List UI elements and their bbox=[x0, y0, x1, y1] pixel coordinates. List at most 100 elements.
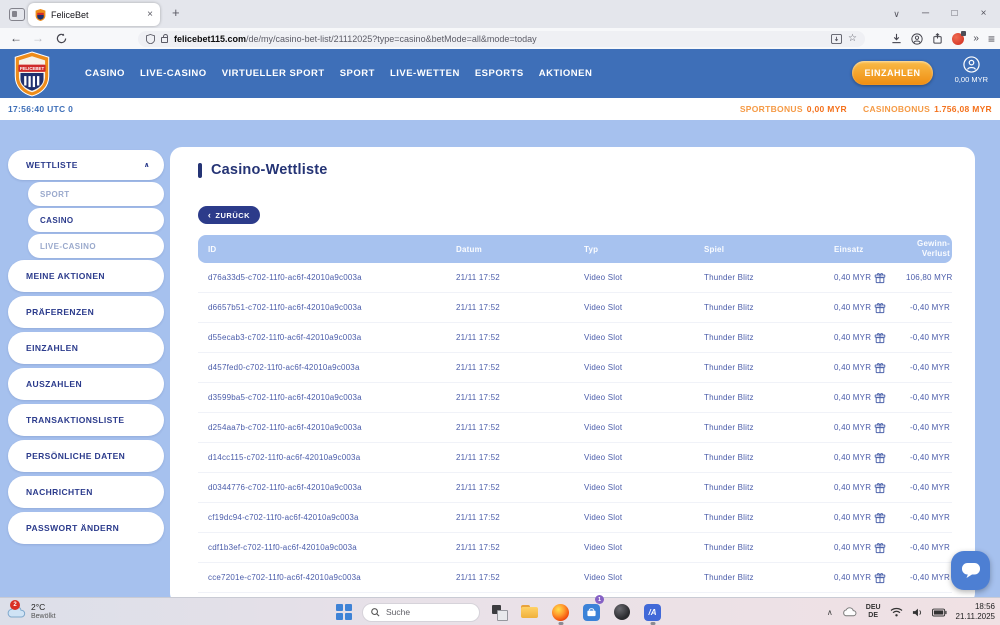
cell-datum: 21/11 17:52 bbox=[448, 363, 576, 372]
cell-typ: Video Slot bbox=[576, 423, 696, 432]
downloads-icon[interactable] bbox=[891, 33, 902, 44]
cell-gewinn-verlust: -0,40 MYR bbox=[906, 453, 952, 462]
felicebet-logo[interactable]: FELICEBET bbox=[11, 51, 53, 97]
nav-item[interactable]: VIRTUELLER SPORT bbox=[222, 68, 325, 79]
favicon-shield-icon bbox=[35, 9, 46, 21]
casinobonus: CASINOBONUS 1.756,08 MYR bbox=[863, 104, 992, 114]
back-button[interactable]: ‹ ZURÜCK bbox=[198, 206, 260, 224]
system-tray: ∧ DEU DE 18:56 bbox=[827, 598, 995, 625]
forward-icon[interactable]: → bbox=[32, 28, 44, 49]
account-icon[interactable] bbox=[911, 33, 923, 45]
overflow-menu-icon[interactable]: » bbox=[973, 34, 979, 44]
cell-gewinn-verlust: -0,40 MYR bbox=[906, 423, 952, 432]
nav-item[interactable]: AKTIONEN bbox=[539, 68, 593, 79]
sidebar-item[interactable]: EINZAHLEN bbox=[8, 332, 164, 364]
firefox-view-icon[interactable] bbox=[9, 8, 25, 21]
bookmark-star-icon[interactable]: ☆ bbox=[848, 33, 857, 44]
main-card: Casino-Wettliste ‹ ZURÜCK ID Datum Typ S… bbox=[170, 147, 975, 597]
cell-spiel: Thunder Blitz bbox=[696, 273, 826, 282]
onedrive-cloud-icon[interactable] bbox=[842, 607, 857, 617]
new-tab-button[interactable]: + bbox=[172, 6, 180, 19]
sidebar-item[interactable]: WETTLISTE ∧ bbox=[8, 150, 164, 180]
table-row: d254aa7b-c702-11f0-ac6f-42010a9c003a 21/… bbox=[198, 413, 952, 443]
main-nav: CASINO LIVE-CASINO VIRTUELLER SPORT SPOR… bbox=[85, 49, 592, 98]
gift-icon bbox=[874, 422, 886, 434]
deposit-button[interactable]: EINZAHLEN bbox=[852, 61, 933, 85]
sidebar-subitem[interactable]: CASINO bbox=[28, 208, 164, 232]
table-body: d76a33d5-c702-11f0-ac6f-42010a9c003a 21/… bbox=[198, 263, 952, 593]
dark-app-icon[interactable] bbox=[614, 598, 630, 625]
title-accent-bar bbox=[198, 163, 202, 178]
table-row: d3599ba5-c702-11f0-ac6f-42010a9c003a 21/… bbox=[198, 383, 952, 413]
live-chat-button[interactable] bbox=[951, 551, 990, 590]
sidebar-item[interactable]: PERSÖNLICHE DATEN bbox=[8, 440, 164, 472]
reload-icon[interactable] bbox=[56, 33, 67, 44]
cell-id: d457fed0-c702-11f0-ac6f-42010a9c003a bbox=[198, 363, 448, 372]
nav-item[interactable]: ESPORTS bbox=[475, 68, 524, 79]
cell-datum: 21/11 17:52 bbox=[448, 453, 576, 462]
sidebar-subitem[interactable]: LIVE-CASINO bbox=[28, 234, 164, 258]
profile-icon[interactable] bbox=[963, 56, 980, 73]
firefox-icon[interactable] bbox=[552, 598, 569, 625]
language-indicator[interactable]: DEU DE bbox=[866, 604, 881, 619]
save-page-icon[interactable] bbox=[831, 34, 842, 44]
start-button[interactable] bbox=[336, 604, 352, 620]
cell-datum: 21/11 17:52 bbox=[448, 333, 576, 342]
cell-typ: Video Slot bbox=[576, 303, 696, 312]
back-icon[interactable]: ← bbox=[10, 28, 22, 49]
gift-icon bbox=[874, 482, 886, 494]
cell-datum: 21/11 17:52 bbox=[448, 573, 576, 582]
adblock-extension-icon[interactable] bbox=[952, 33, 964, 45]
nav-item[interactable]: LIVE-WETTEN bbox=[390, 68, 460, 79]
tab-close-icon[interactable]: × bbox=[147, 10, 153, 20]
profile-widget[interactable]: 0,00 MYR bbox=[955, 56, 988, 84]
taskbar-clock[interactable]: 18:56 21.11.2025 bbox=[956, 602, 995, 621]
wifi-icon[interactable] bbox=[890, 607, 903, 617]
store-notification-badge: 1 bbox=[595, 595, 604, 604]
sidebar-item[interactable]: AUSZAHLEN bbox=[8, 368, 164, 400]
col-header-id: ID bbox=[198, 245, 448, 254]
table-row: d14cc115-c702-11f0-ac6f-42010a9c003a 21/… bbox=[198, 443, 952, 473]
tab-list-icon[interactable]: ∨ bbox=[882, 0, 911, 28]
col-header-gewinn-verlust: Gewinn-Verlust bbox=[906, 239, 952, 259]
slash-a-app-icon[interactable]: /A bbox=[644, 598, 661, 625]
table-row: d76a33d5-c702-11f0-ac6f-42010a9c003a 21/… bbox=[198, 263, 952, 293]
sidebar-item[interactable]: PRÄFERENZEN bbox=[8, 296, 164, 328]
cell-einsatz: 0,40 MYR bbox=[826, 542, 906, 554]
file-explorer-icon[interactable] bbox=[521, 598, 538, 625]
url-bar[interactable]: felicebet115.com/de/my/casino-bet-list/2… bbox=[138, 31, 865, 47]
sidebar-item[interactable]: TRANSAKTIONSLISTE bbox=[8, 404, 164, 436]
volume-icon[interactable] bbox=[912, 607, 923, 618]
sidebar-item[interactable]: PASSWORT ÄNDERN bbox=[8, 512, 164, 544]
share-extension-icon[interactable] bbox=[932, 33, 943, 44]
microsoft-store-icon[interactable]: 1 bbox=[583, 598, 600, 625]
screen: FeliceBet × + ∨ ─ □ × ← → felicebet115.c… bbox=[0, 0, 1000, 625]
tracking-protection-shield-icon[interactable] bbox=[146, 34, 155, 44]
hamburger-menu-icon[interactable]: ≡ bbox=[988, 33, 995, 45]
nav-item[interactable]: SPORT bbox=[340, 68, 375, 79]
cell-spiel: Thunder Blitz bbox=[696, 363, 826, 372]
balance: 0,00 MYR bbox=[955, 75, 988, 84]
desktops-app-icon[interactable] bbox=[492, 598, 507, 625]
gift-icon bbox=[874, 512, 886, 524]
nav-item[interactable]: CASINO bbox=[85, 68, 125, 79]
sidebar-item[interactable]: NACHRICHTEN bbox=[8, 476, 164, 508]
cell-typ: Video Slot bbox=[576, 453, 696, 462]
sidebar-subitem[interactable]: SPORT bbox=[28, 182, 164, 206]
taskbar-search[interactable]: Suche bbox=[362, 603, 480, 622]
nav-item[interactable]: LIVE-CASINO bbox=[140, 68, 207, 79]
cell-gewinn-verlust: -0,40 MYR bbox=[906, 513, 952, 522]
chevron-left-icon: ‹ bbox=[208, 211, 212, 220]
url-domain: felicebet115.com bbox=[174, 34, 246, 44]
browser-tab[interactable]: FeliceBet × bbox=[28, 3, 160, 26]
lock-icon[interactable] bbox=[161, 37, 168, 43]
battery-icon[interactable] bbox=[932, 608, 947, 617]
gift-icon bbox=[874, 362, 886, 374]
maximize-button[interactable]: □ bbox=[940, 0, 969, 28]
gift-icon bbox=[874, 572, 886, 584]
weather-widget[interactable]: 2 2°C Bewölkt bbox=[6, 598, 56, 625]
close-button[interactable]: × bbox=[969, 0, 998, 28]
tray-chevron-icon[interactable]: ∧ bbox=[827, 608, 833, 617]
minimize-button[interactable]: ─ bbox=[911, 0, 940, 28]
sidebar-item[interactable]: MEINE AKTIONEN bbox=[8, 260, 164, 292]
